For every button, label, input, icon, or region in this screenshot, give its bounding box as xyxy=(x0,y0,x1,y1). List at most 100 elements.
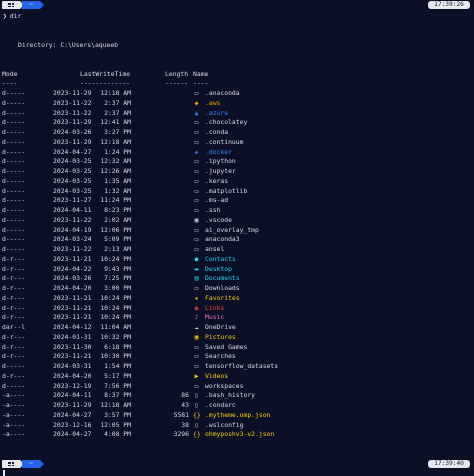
mode-cell: d-r--- xyxy=(2,293,26,302)
mode-cell: -a---- xyxy=(2,401,26,409)
saved-games-icon: ▭ xyxy=(194,342,199,351)
header-name: Name xyxy=(193,70,209,78)
list-item: d----- 2023-11-22 2:37 AM ▲ .azure xyxy=(0,109,474,119)
list-item: d----- 2023-11-22 2:13 AM ▭ ansel xyxy=(0,245,474,255)
time-cell: 12:18 AM xyxy=(100,89,131,97)
mode-cell: dar--l xyxy=(2,323,26,331)
length-cell: 86 xyxy=(181,391,189,400)
time-segment: 17:39:26 xyxy=(428,1,470,9)
json-icon: {} xyxy=(193,410,201,419)
mode-cell: d----- xyxy=(2,157,26,166)
file-icon: ▯ xyxy=(194,391,199,400)
time-cell: 5:09 PM xyxy=(104,235,131,244)
prompt-chevron-icon: ❯ xyxy=(3,12,7,20)
time-segment: 17:39:40 xyxy=(428,460,470,468)
mode-cell: d-r--- xyxy=(2,313,26,322)
folder-icon: ▭ xyxy=(194,157,199,166)
name-cell: .keras xyxy=(205,176,229,185)
documents-icon: ▤ xyxy=(194,274,199,283)
name-cell: Desktop xyxy=(205,264,232,273)
name-cell: .continuum xyxy=(205,137,244,146)
name-cell: Documents xyxy=(205,274,240,283)
time-cell: 12:18 AM xyxy=(100,401,131,409)
name-cell: .docker xyxy=(205,147,232,156)
list-item: -a---- 2024-04-11 8:37 PM 86 ▯ .bash_history xyxy=(0,391,474,401)
folder-icon: ▭ xyxy=(194,89,199,97)
mode-cell: d----- xyxy=(2,167,26,175)
folder-icon: ▭ xyxy=(194,235,199,244)
name-cell: .ssh xyxy=(205,206,221,214)
name-cell: Music xyxy=(205,313,225,322)
mode-cell: d----- xyxy=(2,147,26,156)
time-cell: 3:57 PM xyxy=(104,410,131,419)
pictures-icon: ▣ xyxy=(194,332,199,341)
time-cell: 1:35 AM xyxy=(104,176,131,185)
list-item: -a---- 2024-04-27 3:57 PM 5581{} .mytheme.om… xyxy=(0,411,474,421)
prompt-bar-bottom: ~ 17:39:40 xyxy=(0,459,474,469)
name-cell: ohmyposhv3-v2.json xyxy=(205,430,275,439)
time-cell: 10:32 PM xyxy=(100,332,131,341)
folder-icon: ▭ xyxy=(194,118,199,127)
time-cell: 9:43 PM xyxy=(104,264,131,273)
time-cell: 12:26 AM xyxy=(100,167,131,175)
mode-cell: d----- xyxy=(2,186,26,195)
azure-icon: ▲ xyxy=(194,108,199,117)
downloads-icon: ▭ xyxy=(194,284,199,292)
mode-cell: -a---- xyxy=(2,391,26,400)
mode-cell: -a---- xyxy=(2,410,26,419)
folder-icon: ▭ xyxy=(194,206,199,214)
time-cell: 10:30 PM xyxy=(100,352,131,361)
desktop-icon: ▬ xyxy=(194,264,199,273)
mode-cell: d-r--- xyxy=(2,371,26,380)
name-cell: .bash_history xyxy=(205,391,256,400)
name-cell: tensorflow_datasets xyxy=(205,362,279,370)
list-item: d----- 2024-04-19 12:06 PM ▭ ai_overlay_tmp xyxy=(0,226,474,236)
time-cell: 3:00 PM xyxy=(104,284,131,292)
json-icon: {} xyxy=(193,430,201,439)
os-segment xyxy=(2,460,24,468)
windows-icon xyxy=(8,3,14,7)
mode-cell: d----- xyxy=(2,118,26,127)
listing-rows: d----- 2023-11-29 12:18 AM ▭ .anaconda d-----… xyxy=(0,89,474,440)
time-cell: 10:24 PM xyxy=(100,303,131,312)
list-item: d----- 2024-03-25 1:35 AM ▭ .keras xyxy=(0,177,474,187)
directory-line: Directory: C:\Users\aqueeb xyxy=(18,41,119,49)
list-item: d----- 2023-11-22 2:37 AM ◆ .aws xyxy=(0,99,474,109)
list-item: d-r--- 2023-11-21 10:24 PM ◉ Links xyxy=(0,304,474,314)
time-cell: 10:24 PM xyxy=(100,313,131,322)
command-line[interactable]: ❯ dir xyxy=(3,12,21,20)
name-cell: anaconda3 xyxy=(205,235,240,244)
name-cell: .conda xyxy=(205,128,229,136)
time-cell: 8:23 PM xyxy=(104,206,131,214)
folder-icon: ▭ xyxy=(194,167,199,175)
searches-icon: ▭ xyxy=(194,352,199,361)
folder-icon: ▭ xyxy=(194,196,199,205)
list-item: d----- 2023-11-29 12:18 AM ▭ .anaconda xyxy=(0,89,474,99)
separator-length: ------ xyxy=(165,79,189,87)
name-cell: .matplotlib xyxy=(205,186,248,195)
vscode-folder-icon: ▣ xyxy=(194,215,199,224)
list-item: d----- 2023-11-29 12:41 AM ▭ .chocolatey xyxy=(0,118,474,128)
time-cell: 12:05 PM xyxy=(100,420,131,429)
windows-icon xyxy=(8,462,14,466)
os-segment xyxy=(2,1,24,9)
time-cell: 1:54 PM xyxy=(104,362,131,370)
listing-header-separator: ---- ------------- ------ ---- xyxy=(0,79,474,87)
mode-cell: d----- xyxy=(2,196,26,205)
list-item: d----- 2023-11-27 11:24 PM ▭ .ms-ad xyxy=(0,196,474,206)
folder-icon: ▭ xyxy=(194,381,199,390)
time-cell: 12:32 AM xyxy=(100,157,131,166)
name-cell: .anaconda xyxy=(205,89,240,97)
name-cell: Favorites xyxy=(205,293,240,302)
name-cell: .mytheme.omp.json xyxy=(205,410,271,419)
time-cell: 12:41 AM xyxy=(100,118,131,127)
time-cell: 2:37 AM xyxy=(104,108,131,117)
name-cell: Downloads xyxy=(205,284,240,292)
list-item: d----- 2023-12-19 7:56 PM ▭ workspaces xyxy=(0,382,474,392)
folder-icon: ▭ xyxy=(194,186,199,195)
folder-icon: ▭ xyxy=(194,225,199,234)
list-item: d----- 2024-03-25 12:32 AM ▭ .ipython xyxy=(0,157,474,167)
folder-icon: ▭ xyxy=(194,137,199,146)
terminal-cursor[interactable] xyxy=(3,470,5,476)
time-cell: 2:02 AM xyxy=(104,215,131,224)
